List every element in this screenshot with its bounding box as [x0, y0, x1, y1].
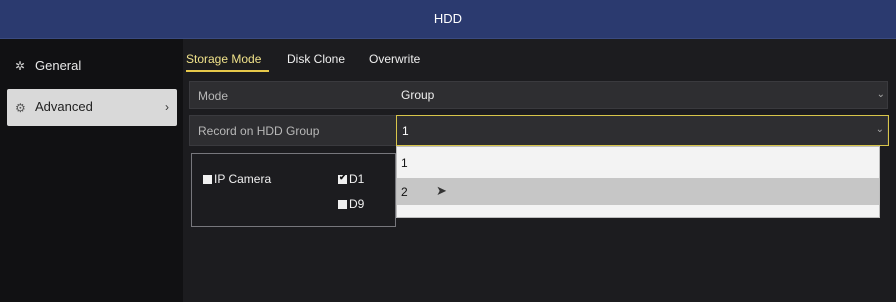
hdd-group-label: Record on HDD Group	[198, 124, 320, 138]
window-title: HDD	[433, 11, 463, 26]
hdd-group-select[interactable]: 1 ⌄	[396, 115, 889, 146]
checkbox-unchecked-icon	[203, 175, 212, 184]
ip-camera-checkbox[interactable]: IP Camera	[203, 172, 271, 186]
checkbox-checked-icon: ✔	[338, 172, 347, 184]
camera-panel: IP Camera ✔ D1 D9	[191, 153, 396, 227]
mode-select[interactable]: Group ⌄	[396, 81, 889, 109]
checkbox-unchecked-icon	[338, 200, 347, 209]
d1-checkbox[interactable]: ✔ D1	[338, 172, 364, 186]
advanced-gear-icon: ⚙	[15, 101, 26, 115]
dropdown-option-2[interactable]: 2	[397, 178, 879, 205]
mode-label: Mode	[198, 89, 229, 103]
tab-disk-clone[interactable]: Disk Clone	[287, 52, 345, 66]
d9-label: D9	[349, 197, 365, 211]
hdd-group-row: Record on HDD Group 1 ⌄	[189, 115, 889, 146]
chevron-right-icon: ›	[165, 100, 169, 114]
gear-icon: ✲	[15, 59, 26, 73]
active-tab-indicator	[186, 70, 269, 72]
mode-value: Group	[401, 88, 435, 102]
d9-checkbox[interactable]: D9	[338, 197, 364, 211]
hdd-window: HDD ✲ General ⚙ Advanced › Storage Mode …	[0, 0, 896, 302]
tab-bar: Storage Mode Disk Clone Overwrite	[183, 39, 896, 79]
title-bar: HDD	[0, 0, 896, 39]
sidebar-item-advanced[interactable]: ⚙ Advanced ›	[7, 89, 177, 126]
mode-row: Mode Group ⌄	[189, 81, 888, 109]
sidebar-item-general[interactable]: ✲ General	[7, 49, 177, 83]
dropdown-option-1[interactable]: 1	[397, 149, 879, 176]
chevron-down-icon: ⌄	[876, 89, 885, 100]
ip-camera-label: IP Camera	[214, 172, 272, 186]
tab-overwrite[interactable]: Overwrite	[369, 52, 420, 66]
chevron-down-icon: ⌄	[875, 124, 884, 135]
sidebar-item-label: Advanced	[35, 99, 93, 114]
tab-storage-mode[interactable]: Storage Mode	[186, 52, 261, 66]
mouse-cursor-icon: ➤	[436, 183, 447, 198]
d1-label: D1	[349, 172, 365, 186]
hdd-group-dropdown-list: 1 2	[396, 146, 880, 218]
sidebar-item-label: General	[35, 58, 82, 73]
hdd-group-value: 1	[402, 124, 409, 138]
sidebar: ✲ General ⚙ Advanced ›	[0, 39, 183, 302]
